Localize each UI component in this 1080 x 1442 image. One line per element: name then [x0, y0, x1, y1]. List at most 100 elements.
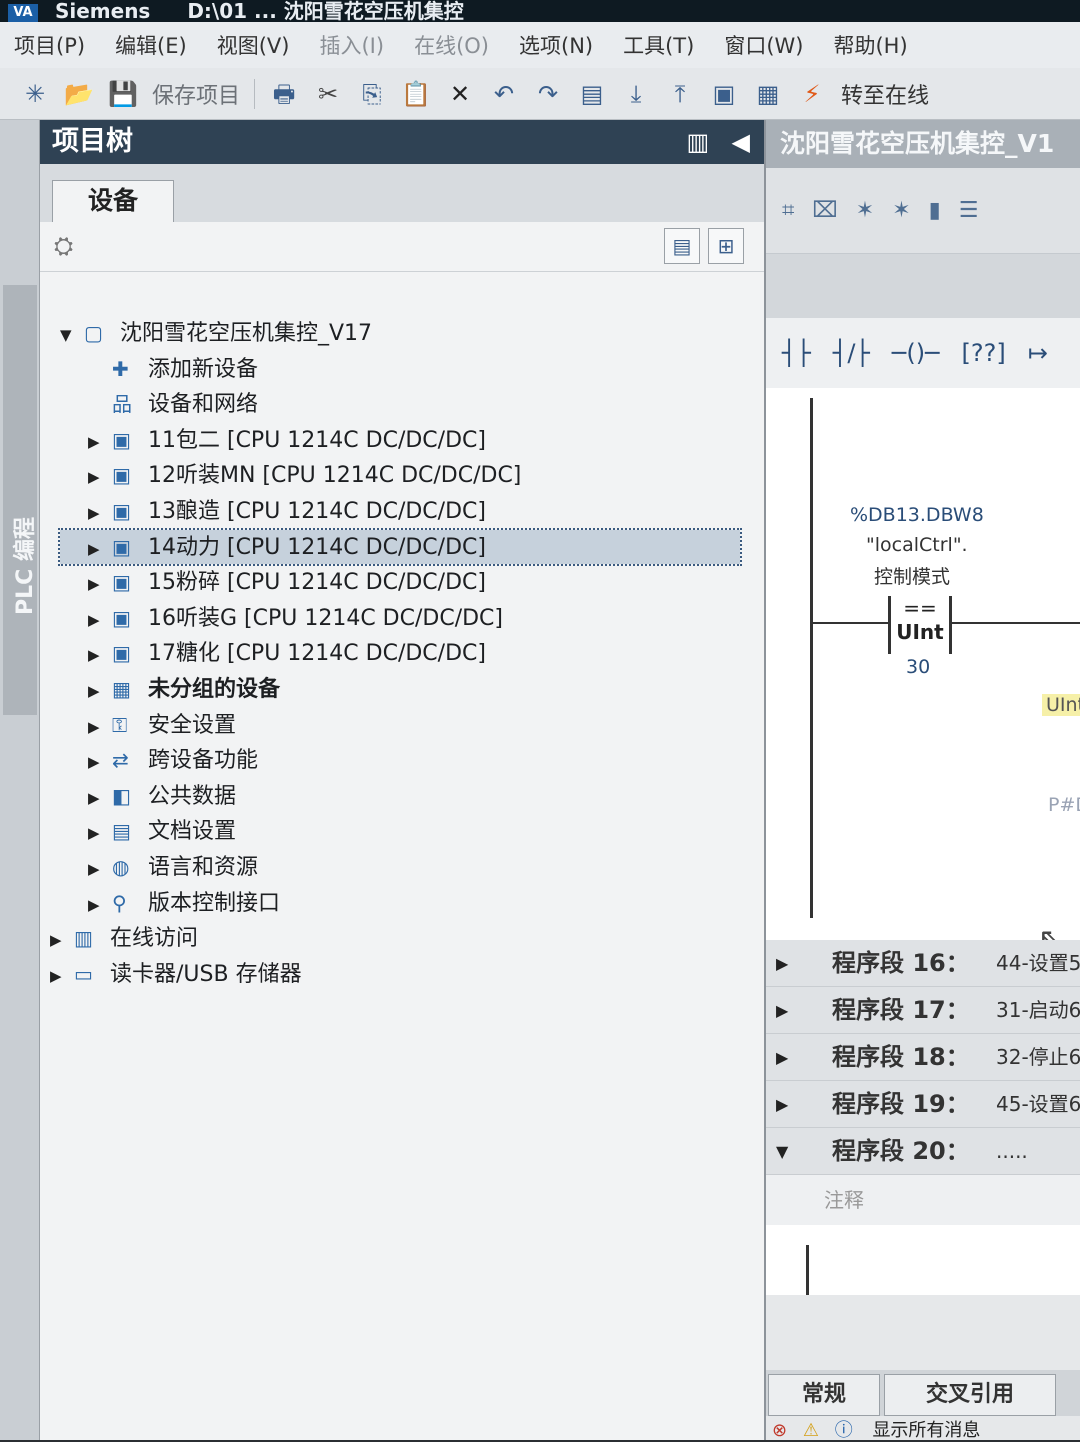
tree-item[interactable]: ▶ ▦ 未分组的设备	[60, 672, 740, 706]
menu-tools[interactable]: 工具(T)	[623, 30, 694, 60]
undo-icon[interactable]: ↶	[489, 79, 519, 109]
menu-insert[interactable]: 插入(I)	[319, 30, 384, 60]
expand-arrow-icon[interactable]: ▶	[50, 959, 74, 993]
operand-address[interactable]: %DB13.DBW8	[850, 504, 984, 526]
tree-item[interactable]: ▶ ▣ 11包二 [CPU 1214C DC/DC/DC]	[60, 423, 740, 457]
absolute-operand-icon[interactable]: ▮	[929, 198, 941, 223]
expand-arrow-icon[interactable]: ▶	[88, 852, 112, 886]
save-icon[interactable]: 💾	[108, 79, 138, 109]
menu-window[interactable]: 窗口(W)	[724, 30, 803, 60]
go-online-icon[interactable]: ⚡	[797, 79, 827, 109]
expand-arrow-icon[interactable]: ▶	[88, 496, 112, 530]
compile-icon[interactable]: ▤	[577, 79, 607, 109]
expand-arrow-icon[interactable]: ▶	[88, 425, 112, 459]
copy-icon[interactable]: ⎘	[357, 79, 387, 109]
menu-edit[interactable]: 编辑(E)	[115, 30, 187, 60]
tree-item[interactable]: ▶ ⚲ 版本控制接口	[60, 886, 740, 920]
print-icon[interactable]: 🖶	[269, 79, 299, 109]
redo-icon[interactable]: ↷	[533, 79, 563, 109]
tree-item[interactable]: ▶ ▣ 12听装MN [CPU 1214C DC/DC/DC]	[60, 458, 740, 492]
download-icon[interactable]: ⤓	[621, 79, 651, 109]
tree-item[interactable]: ✚ 添加新设备	[60, 352, 740, 386]
tree-item[interactable]: ▶ ▥ 在线访问	[50, 921, 730, 955]
tree-item[interactable]: ▶ ▭ 读卡器/USB 存储器	[50, 957, 730, 991]
dock-panel-icon[interactable]: ▥	[686, 128, 709, 156]
empty-box-icon[interactable]: [??]	[962, 339, 1006, 367]
paste-icon[interactable]: 📋	[401, 79, 431, 109]
go-online-button[interactable]: 转至在线	[841, 78, 929, 110]
insert-network-icon[interactable]: ⌗	[782, 198, 794, 223]
compare-value[interactable]: 30	[906, 656, 930, 678]
branch-open-icon[interactable]: ↦	[1028, 339, 1048, 367]
cut-icon[interactable]: ✂	[313, 79, 343, 109]
network-row[interactable]: ▶ 程序段 17： 31-启动6	[766, 987, 1080, 1034]
list-view-icon[interactable]: ☰	[959, 198, 979, 223]
expand-arrow-icon[interactable]: ▶	[88, 781, 112, 815]
save-project-button[interactable]: 保存项目	[152, 78, 240, 110]
network-row[interactable]: ▶ 程序段 18： 32-停止6	[766, 1034, 1080, 1081]
tree-item[interactable]: ▶ ▣ 16听装G [CPU 1214C DC/DC/DC]	[60, 601, 740, 635]
operand-symbol[interactable]: "localCtrl".	[866, 534, 968, 556]
expand-arrow-icon[interactable]: ▶	[776, 1034, 788, 1080]
tab-general[interactable]: 常规	[768, 1374, 880, 1416]
overview-icon[interactable]: ▤	[664, 228, 700, 264]
tree-item[interactable]: 品设备和网络	[60, 387, 740, 421]
delete-network-icon[interactable]: ⌧	[812, 198, 837, 223]
coil-icon[interactable]: ─()─	[892, 339, 940, 367]
expand-networks-icon[interactable]: ✶	[856, 198, 874, 223]
tree-item[interactable]: ▶ ◍ 语言和资源	[60, 850, 740, 884]
tab-cross-reference[interactable]: 交叉引用	[884, 1374, 1056, 1416]
tree-item[interactable]: ▼ ▢ 沈阳雪花空压机集控_V17	[60, 316, 740, 350]
expand-arrow-icon[interactable]: ▶	[88, 710, 112, 744]
expand-arrow-icon[interactable]: ▶	[88, 638, 112, 672]
menu-project[interactable]: 项目(P)	[14, 30, 85, 60]
expand-arrow-icon[interactable]: ▶	[88, 888, 112, 922]
right-type-tag[interactable]: UInt	[1042, 694, 1080, 716]
expand-arrow-icon[interactable]: ▶	[88, 460, 112, 494]
upload-icon[interactable]: ⤒	[665, 79, 695, 109]
open-project-icon[interactable]: 📂	[64, 79, 94, 109]
network-comment-field[interactable]: 注释	[766, 1175, 1080, 1225]
compare-contact[interactable]: == UInt	[888, 596, 952, 654]
error-filter-icon[interactable]: ⊗	[772, 1420, 787, 1441]
plc-programming-tab[interactable]: PLC 编程	[3, 285, 38, 715]
tree-item[interactable]: ▶ ⇄ 跨设备功能	[60, 743, 740, 777]
tree-item[interactable]: ▶ ▤ 文档设置	[60, 814, 740, 848]
collapse-networks-icon[interactable]: ✶	[892, 198, 910, 223]
info-filter-icon[interactable]: ⓘ	[835, 1420, 853, 1441]
expand-arrow-icon[interactable]: ▶	[776, 987, 788, 1033]
menu-options[interactable]: 选项(N)	[519, 30, 593, 60]
menu-online[interactable]: 在线(O)	[414, 30, 489, 60]
tree-item[interactable]: ▶ ▣ 13酿造 [CPU 1214C DC/DC/DC]	[60, 494, 740, 528]
delete-icon[interactable]: ✕	[445, 79, 475, 109]
network-row[interactable]: ▶ 程序段 16： 44-设置5	[766, 940, 1080, 987]
network-view-icon[interactable]: ⛭	[54, 232, 73, 260]
expand-arrow-icon[interactable]: ▶	[776, 940, 788, 986]
normally-open-contact-icon[interactable]: ┤├	[782, 339, 811, 367]
expand-arrow-icon[interactable]: ▶	[88, 674, 112, 708]
tree-item[interactable]: ▶ ⚿ 安全设置	[60, 708, 740, 742]
menu-view[interactable]: 视图(V)	[217, 30, 290, 60]
menu-help[interactable]: 帮助(H)	[833, 30, 907, 60]
new-project-icon[interactable]: ✳	[20, 79, 50, 109]
expand-arrow-icon[interactable]: ▶	[88, 603, 112, 637]
expand-arrow-icon[interactable]: ▶	[776, 1081, 788, 1127]
expand-arrow-icon[interactable]: ▶	[50, 923, 74, 957]
collapse-panel-icon[interactable]: ◀	[732, 128, 750, 156]
right-param[interactable]: P#D	[1048, 794, 1080, 816]
runtime-icon[interactable]: ▦	[753, 79, 783, 109]
simulation-icon[interactable]: ▣	[709, 79, 739, 109]
expand-arrow-icon[interactable]: ▶	[88, 816, 112, 850]
collapse-arrow-icon[interactable]: ▼	[776, 1128, 788, 1174]
collapse-arrow-icon[interactable]: ▼	[60, 318, 84, 352]
show-all-messages[interactable]: 显示所有消息	[872, 1420, 980, 1441]
tab-devices[interactable]: 设备	[52, 180, 174, 222]
network-row[interactable]: ▶ 程序段 19： 45-设置6	[766, 1081, 1080, 1128]
tree-item[interactable]: ▶ ▣ 14动力 [CPU 1214C DC/DC/DC]	[58, 527, 742, 566]
expand-arrow-icon[interactable]: ▶	[88, 745, 112, 779]
expand-arrow-icon[interactable]: ▶	[88, 567, 112, 601]
tree-item[interactable]: ▶ ▣ 15粉碎 [CPU 1214C DC/DC/DC]	[60, 565, 740, 599]
add-new-icon[interactable]: ⊞	[708, 228, 744, 264]
expand-arrow-icon[interactable]: ▶	[88, 532, 112, 566]
warning-filter-icon[interactable]: ⚠	[803, 1420, 819, 1441]
